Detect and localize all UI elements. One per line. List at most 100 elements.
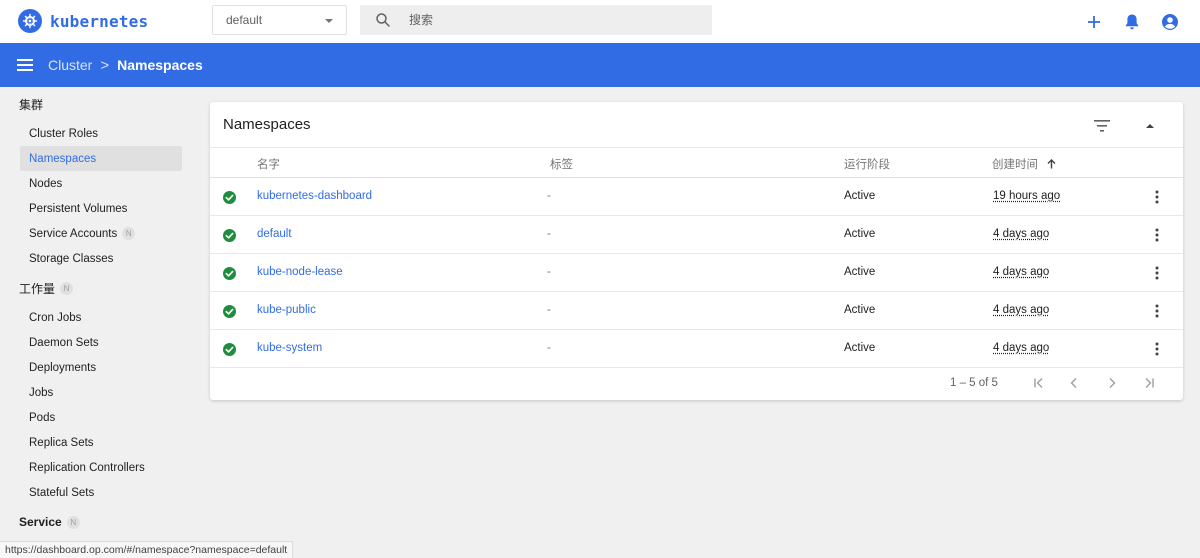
- table-row: kube-public - Active 4 days ago: [210, 292, 1183, 330]
- sidebar-group-service[interactable]: Service N: [19, 515, 80, 529]
- first-page-button[interactable]: [1028, 372, 1050, 394]
- account-button[interactable]: [1152, 4, 1188, 40]
- next-page-button[interactable]: [1101, 372, 1123, 394]
- table-row: kubernetes-dashboard - Active 19 hours a…: [210, 178, 1183, 216]
- first-page-icon: [1034, 378, 1043, 388]
- helm-wheel-icon: [18, 9, 42, 33]
- account-icon: [1162, 13, 1178, 30]
- sidebar-item-jobs[interactable]: Jobs: [20, 380, 182, 405]
- column-header-created-label: 创建时间: [992, 159, 1038, 171]
- chevron-left-icon: [1070, 378, 1077, 388]
- link-status-bar: https://dashboard.op.com/#/namespace?nam…: [0, 541, 294, 558]
- sidebar-item-label: Cron Jobs: [29, 311, 82, 324]
- caret-up-icon: [1146, 124, 1154, 128]
- namespace-age: 4 days ago: [993, 304, 1050, 316]
- namespace-labels: -: [547, 228, 551, 240]
- sidebar-item-label: Persistent Volumes: [29, 202, 128, 215]
- previous-page-button[interactable]: [1063, 372, 1085, 394]
- breadcrumb-current: Namespaces: [117, 57, 203, 73]
- more-vert-icon: [1155, 342, 1159, 356]
- sidebar: 集群 Cluster Roles Namespaces Nodes Persis…: [0, 87, 200, 558]
- sidebar-item-persistent-volumes[interactable]: Persistent Volumes: [20, 196, 182, 221]
- sidebar-item-deployments[interactable]: Deployments: [20, 355, 182, 380]
- search-box[interactable]: [360, 5, 712, 35]
- last-page-button[interactable]: [1138, 372, 1160, 394]
- sidebar-item-label: Namespaces: [29, 152, 97, 165]
- search-icon: [376, 13, 390, 27]
- kubernetes-logo[interactable]: kubernetes: [18, 9, 148, 33]
- app-name: kubernetes: [50, 11, 149, 31]
- namespace-labels: -: [547, 266, 551, 278]
- more-vert-icon: [1155, 190, 1159, 204]
- sidebar-item-label: Stateful Sets: [29, 486, 95, 499]
- card-title: Namespaces: [223, 116, 311, 133]
- sort-arrow-up-icon: [1047, 159, 1056, 169]
- namespace-labels: -: [547, 304, 551, 316]
- sidebar-item-label: Jobs: [29, 386, 54, 399]
- namespace-age: 4 days ago: [993, 228, 1050, 240]
- sidebar-item-replica-sets[interactable]: Replica Sets: [20, 430, 182, 455]
- add-button[interactable]: [1076, 4, 1112, 40]
- sidebar-group-label: 工作量: [19, 282, 56, 296]
- sidebar-item-label: Deployments: [29, 361, 97, 374]
- breadcrumb: Cluster > Namespaces: [48, 57, 203, 74]
- namespaced-badge: N: [66, 515, 80, 529]
- search-input[interactable]: [409, 13, 689, 27]
- check-circle-icon: [223, 229, 236, 242]
- top-bar: kubernetes default: [0, 0, 1200, 43]
- filter-icon: [1094, 120, 1110, 132]
- sidebar-item-namespaces[interactable]: Namespaces: [20, 146, 182, 171]
- sidebar-item-cluster-roles[interactable]: Cluster Roles: [20, 121, 182, 146]
- sidebar-item-label: Replication Controllers: [29, 461, 145, 474]
- namespace-age: 4 days ago: [993, 342, 1050, 354]
- namespace-name-link[interactable]: kube-node-lease: [257, 266, 343, 278]
- column-header-phase[interactable]: 运行阶段: [844, 156, 890, 172]
- row-actions-button[interactable]: [1148, 264, 1166, 282]
- sidebar-item-label: Pods: [29, 411, 56, 424]
- namespace-phase: Active: [844, 342, 876, 354]
- namespace-phase: Active: [844, 190, 876, 202]
- namespace-name-link[interactable]: default: [257, 228, 292, 240]
- sidebar-item-storage-classes[interactable]: Storage Classes: [20, 246, 182, 271]
- table-row: default - Active 4 days ago: [210, 216, 1183, 254]
- sidebar-group-cluster[interactable]: 集群: [19, 96, 43, 113]
- check-circle-icon: [223, 191, 236, 204]
- namespace-phase: Active: [844, 228, 876, 240]
- namespace-name-link[interactable]: kube-system: [257, 342, 322, 354]
- sidebar-group-workloads[interactable]: 工作量 N: [19, 280, 74, 297]
- breadcrumb-cluster-link[interactable]: Cluster: [48, 57, 92, 73]
- sidebar-item-cron-jobs[interactable]: Cron Jobs: [20, 305, 182, 330]
- sidebar-item-nodes[interactable]: Nodes: [20, 171, 182, 196]
- row-actions-button[interactable]: [1148, 302, 1166, 320]
- sidebar-group-label: 集群: [19, 98, 44, 112]
- more-vert-icon: [1155, 304, 1159, 318]
- namespace-select[interactable]: default: [212, 5, 347, 35]
- notifications-button[interactable]: [1114, 4, 1150, 40]
- sidebar-item-pods[interactable]: Pods: [20, 405, 182, 430]
- namespace-select-value: default: [226, 13, 263, 27]
- column-header-labels: 标签: [550, 159, 573, 171]
- sidebar-item-service-accounts[interactable]: Service Accounts N: [20, 221, 182, 246]
- sidebar-item-daemon-sets[interactable]: Daemon Sets: [20, 330, 182, 355]
- sidebar-group-label: Service: [19, 515, 62, 529]
- sidebar-item-label: Service Accounts: [29, 227, 118, 240]
- table-header: 名字 标签 运行阶段 创建时间: [210, 147, 1183, 178]
- collapse-button[interactable]: [1138, 114, 1162, 138]
- column-header-name[interactable]: 名字: [257, 156, 280, 172]
- namespace-phase: Active: [844, 266, 876, 278]
- row-actions-button[interactable]: [1148, 340, 1166, 358]
- paginator-range: 1 – 5 of 5: [950, 377, 998, 389]
- sidebar-item-label: Cluster Roles: [29, 127, 99, 140]
- namespace-age: 19 hours ago: [993, 190, 1061, 202]
- namespace-name-link[interactable]: kube-public: [257, 304, 316, 316]
- column-header-created[interactable]: 创建时间: [992, 156, 1056, 172]
- table-row: kube-node-lease - Active 4 days ago: [210, 254, 1183, 292]
- sidebar-item-replication-controllers[interactable]: Replication Controllers: [20, 455, 182, 480]
- menu-button[interactable]: [14, 54, 36, 76]
- filter-button[interactable]: [1090, 114, 1114, 138]
- row-actions-button[interactable]: [1148, 226, 1166, 244]
- row-actions-button[interactable]: [1148, 188, 1166, 206]
- sidebar-item-stateful-sets[interactable]: Stateful Sets: [20, 480, 182, 505]
- namespace-labels: -: [547, 190, 551, 202]
- namespace-name-link[interactable]: kubernetes-dashboard: [257, 190, 372, 202]
